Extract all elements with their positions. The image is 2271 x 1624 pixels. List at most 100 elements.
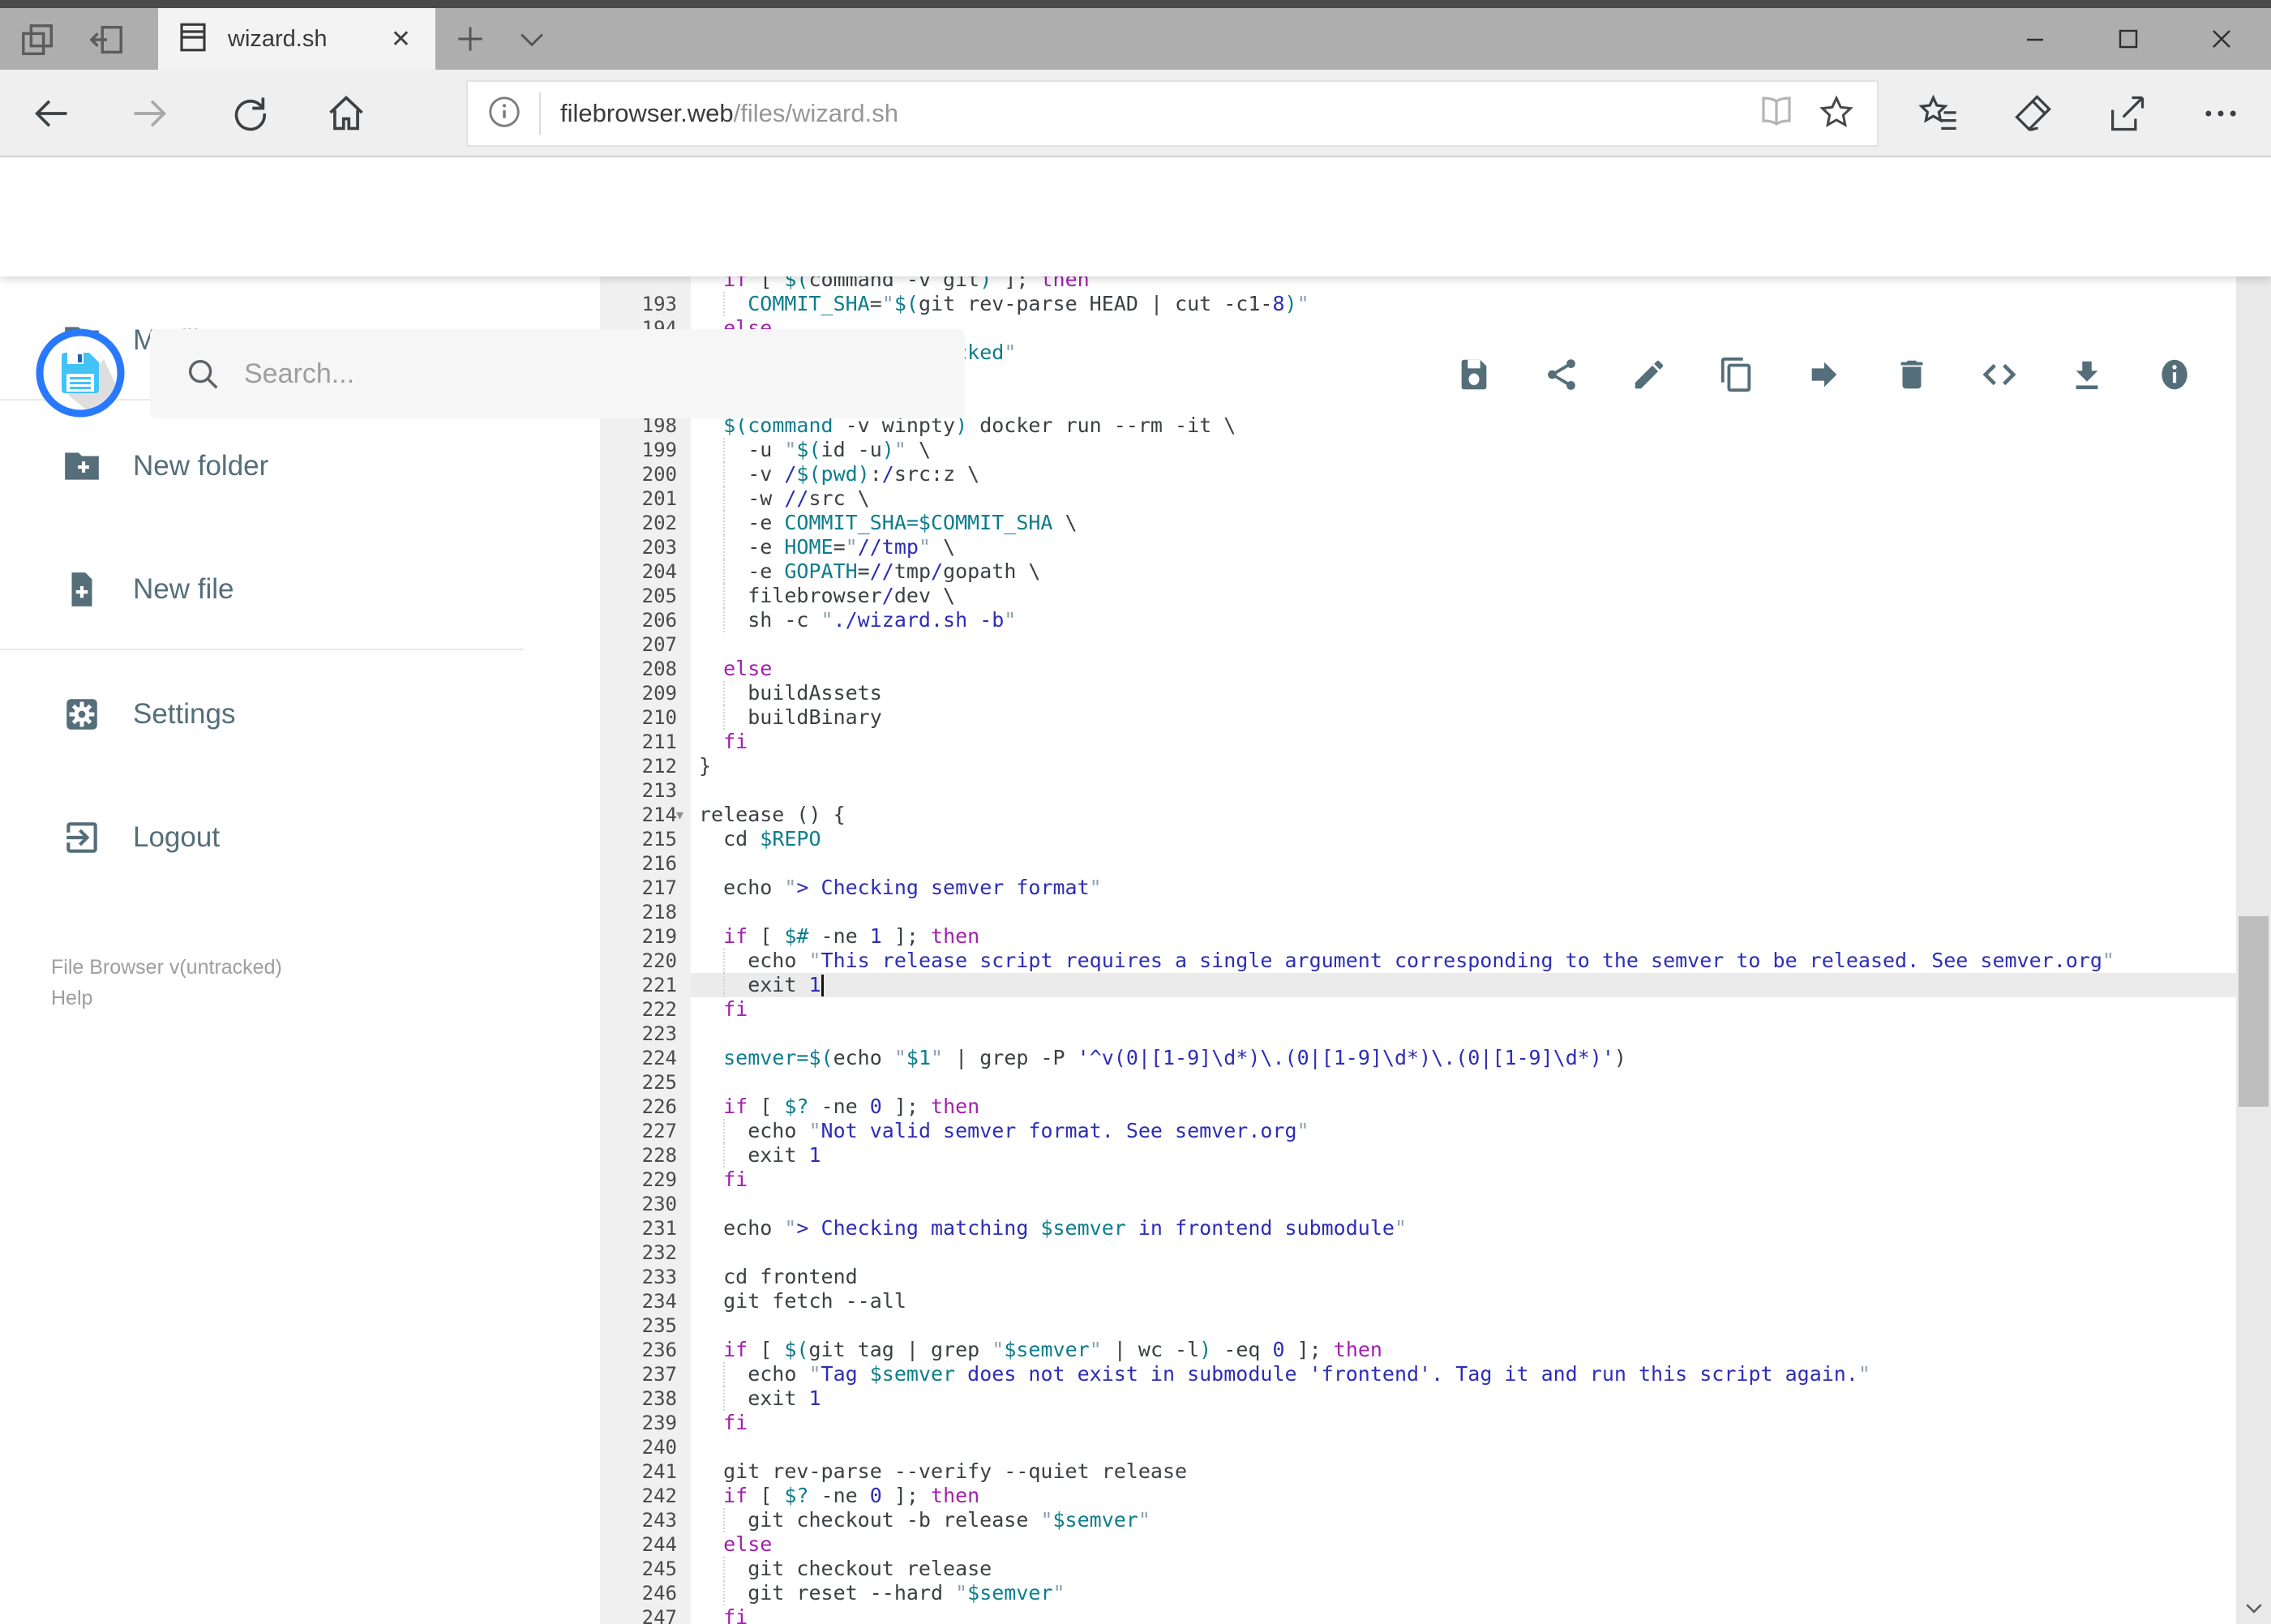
- scrollbar-thumb[interactable]: [2239, 916, 2269, 1107]
- sidebar-item-logout[interactable]: Logout: [0, 799, 568, 876]
- raw-code-button[interactable]: [1966, 341, 2033, 408]
- code-line[interactable]: 236 if [ $(git tag | grep "$semver" | wc…: [600, 1338, 2236, 1362]
- code-line[interactable]: 219 if [ $# -ne 1 ]; then: [600, 924, 2236, 949]
- code-text: git checkout release: [699, 1557, 992, 1580]
- code-line[interactable]: 215 cd $REPO: [600, 827, 2236, 851]
- more-options-icon[interactable]: [2189, 83, 2252, 144]
- code-line[interactable]: 199 -u "$(id -u)" \: [600, 438, 2236, 462]
- code-line[interactable]: 242 if [ $? -ne 0 ]; then: [600, 1484, 2236, 1508]
- code-line[interactable]: 203 -e HOME="//tmp" \: [600, 535, 2236, 559]
- code-line[interactable]: 218: [600, 900, 2236, 924]
- code-line[interactable]: 228 exit 1: [600, 1143, 2236, 1168]
- code-line[interactable]: 230: [600, 1192, 2236, 1216]
- code-line[interactable]: 233 cd frontend: [600, 1265, 2236, 1289]
- code-line[interactable]: 247 fi: [600, 1605, 2236, 1624]
- reading-view-icon[interactable]: [1757, 92, 1796, 135]
- refresh-icon[interactable]: [217, 83, 281, 144]
- code-line[interactable]: 239 fi: [600, 1411, 2236, 1435]
- maximize-button[interactable]: [2084, 8, 2173, 70]
- code-line[interactable]: 240: [600, 1435, 2236, 1459]
- code-line[interactable]: 225: [600, 1070, 2236, 1095]
- code-text: echo "Tag $semver does not exist in subm…: [699, 1362, 1870, 1386]
- minimize-button[interactable]: [1990, 8, 2080, 70]
- code-editor[interactable]: if [ $(command -v git) ]; then 193 COMMIT…: [600, 276, 2236, 1624]
- code-line[interactable]: 205 filebrowser/dev \: [600, 584, 2236, 608]
- copy-button[interactable]: [1703, 341, 1770, 408]
- code-line[interactable]: 216: [600, 851, 2236, 876]
- code-line[interactable]: 245 git checkout release: [600, 1557, 2236, 1581]
- code-line[interactable]: 202 -e COMMIT_SHA=$COMMIT_SHA \: [600, 511, 2236, 535]
- code-line[interactable]: 241 git rev-parse --verify --quiet relea…: [600, 1459, 2236, 1484]
- code-line[interactable]: if [ $(command -v git) ]; then: [600, 276, 2236, 292]
- code-line[interactable]: 214 ▾ release () {: [600, 803, 2236, 827]
- code-line[interactable]: 193 COMMIT_SHA="$(git rev-parse HEAD | c…: [600, 292, 2236, 316]
- url-field[interactable]: filebrowser.web/files/wizard.sh: [466, 80, 1879, 147]
- browser-tab[interactable]: wizard.sh ✕: [158, 8, 435, 70]
- edit-button[interactable]: [1616, 341, 1682, 408]
- code-line[interactable]: 211 fi: [600, 730, 2236, 754]
- info-button[interactable]: [2141, 341, 2208, 408]
- code-line[interactable]: 243 git checkout -b release "$semver": [600, 1508, 2236, 1532]
- code-line[interactable]: 223: [600, 1022, 2236, 1046]
- move-button[interactable]: [1791, 341, 1858, 408]
- code-line[interactable]: 235: [600, 1313, 2236, 1338]
- tab-close-icon[interactable]: ✕: [384, 25, 418, 54]
- code-line[interactable]: 206 sh -c "./wizard.sh -b": [600, 608, 2236, 632]
- tab-preview-icon[interactable]: [18, 21, 57, 58]
- search-input[interactable]: [244, 358, 893, 390]
- code-line[interactable]: 210 buildBinary: [600, 705, 2236, 730]
- code-line[interactable]: 232: [600, 1240, 2236, 1265]
- code-line[interactable]: 227 echo "Not valid semver format. See s…: [600, 1119, 2236, 1143]
- code-line[interactable]: 238 exit 1: [600, 1386, 2236, 1411]
- code-line[interactable]: 200 -v /$(pwd):/src:z \: [600, 462, 2236, 486]
- delete-button[interactable]: [1879, 341, 1945, 408]
- code-line[interactable]: 222 fi: [600, 997, 2236, 1022]
- sidebar-item-new-file[interactable]: New file: [0, 551, 568, 628]
- new-tab-button[interactable]: [439, 8, 501, 70]
- code-line[interactable]: 208 else: [600, 657, 2236, 681]
- code-line[interactable]: 209 buildAssets: [600, 681, 2236, 705]
- code-line[interactable]: 234 git fetch --all: [600, 1289, 2236, 1313]
- forward-icon[interactable]: [118, 83, 182, 144]
- code-line[interactable]: 204 -e GOPATH=//tmp/gopath \: [600, 559, 2236, 584]
- code-lines: if [ $(command -v git) ]; then 193 COMMIT…: [600, 276, 2236, 1624]
- sidebar-item-new-folder[interactable]: New folder: [0, 427, 568, 505]
- file-browser-logo[interactable]: [36, 328, 125, 418]
- tab-list-chevron-icon[interactable]: [501, 8, 563, 70]
- code-line[interactable]: 201 -w //src \: [600, 486, 2236, 511]
- code-line[interactable]: 226 if [ $? -ne 0 ]; then: [600, 1095, 2236, 1119]
- set-tabs-aside-icon[interactable]: [88, 21, 126, 58]
- favorite-star-icon[interactable]: [1817, 92, 1856, 135]
- code-line[interactable]: 221 exit 1: [600, 973, 2236, 997]
- close-window-button[interactable]: [2177, 8, 2266, 70]
- code-text: semver=$(echo "$1" | grep -P '^v(0|[1-9]…: [723, 1046, 1626, 1069]
- sidebar-item-settings[interactable]: Settings: [0, 675, 568, 753]
- code-line[interactable]: 229 fi: [600, 1168, 2236, 1192]
- code-line[interactable]: 246 git reset --hard "$semver": [600, 1581, 2236, 1605]
- code-line[interactable]: 213: [600, 778, 2236, 803]
- code-line[interactable]: 207: [600, 632, 2236, 657]
- favorites-hub-icon[interactable]: [1907, 83, 1970, 144]
- code-line[interactable]: 212}: [600, 754, 2236, 778]
- code-line[interactable]: 244 else: [600, 1532, 2236, 1557]
- back-icon[interactable]: [19, 83, 83, 144]
- code-line[interactable]: 217 echo "> Checking semver format": [600, 876, 2236, 900]
- code-line[interactable]: 220 echo "This release script requires a…: [600, 949, 2236, 973]
- fold-arrow-icon[interactable]: ▾: [676, 803, 683, 827]
- scroll-down-icon[interactable]: [2236, 1592, 2271, 1624]
- new-file-icon: [71, 572, 92, 606]
- download-button[interactable]: [2054, 341, 2120, 408]
- share-page-icon[interactable]: [2095, 83, 2158, 144]
- help-link[interactable]: Help: [51, 987, 92, 1010]
- save-button[interactable]: [1441, 341, 1507, 408]
- share-button[interactable]: [1528, 341, 1595, 408]
- web-notes-pen-icon[interactable]: [2001, 83, 2064, 144]
- home-icon[interactable]: [315, 83, 378, 144]
- code-line[interactable]: 231 echo "> Checking matching $semver in…: [600, 1216, 2236, 1240]
- search-box[interactable]: [150, 329, 965, 418]
- vertical-scrollbar[interactable]: [2236, 157, 2271, 1624]
- code-line[interactable]: 224 semver=$(echo "$1" | grep -P '^v(0|[…: [600, 1046, 2236, 1070]
- code-text: -e COMMIT_SHA=$COMMIT_SHA \: [699, 511, 1078, 534]
- code-line[interactable]: 237 echo "Tag $semver does not exist in …: [600, 1362, 2236, 1386]
- site-info-icon[interactable]: [486, 93, 523, 135]
